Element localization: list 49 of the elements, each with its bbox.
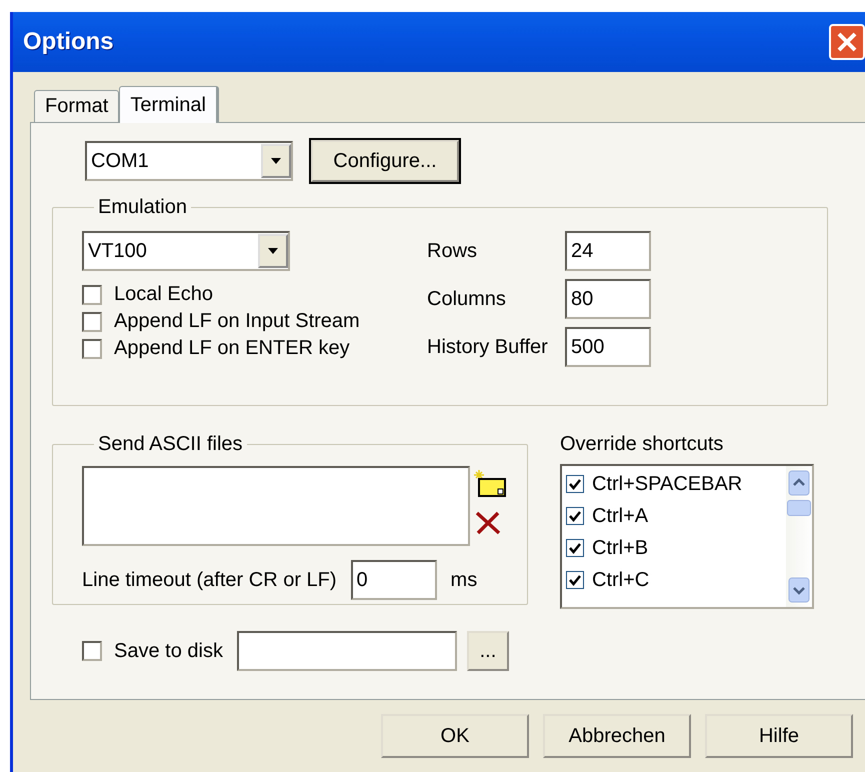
tab[interactable]: Format bbox=[34, 90, 120, 122]
field-label: Rows bbox=[427, 240, 478, 262]
scroll-down-icon[interactable] bbox=[788, 577, 810, 603]
caret-icon bbox=[270, 157, 282, 165]
shortcut-label: Ctrl+B bbox=[592, 536, 648, 560]
shortcut-label: Ctrl+A bbox=[592, 504, 648, 528]
checkbox-label: Save to disk bbox=[114, 640, 223, 662]
browse-button[interactable]: ... bbox=[466, 631, 509, 671]
delete-icon[interactable] bbox=[474, 510, 502, 536]
new-folder-icon[interactable] bbox=[474, 470, 506, 498]
group-title: Send ASCII files bbox=[97, 433, 244, 456]
caret-icon bbox=[267, 247, 279, 255]
shortcut-label: Ctrl+SPACEBAR bbox=[592, 472, 742, 496]
scroll-up-icon[interactable] bbox=[788, 470, 810, 496]
port-dropdown[interactable]: COM1 bbox=[85, 141, 293, 181]
checkbox[interactable] bbox=[82, 284, 102, 304]
emulation-dropdown[interactable]: VT100 bbox=[82, 231, 290, 271]
checkbox[interactable] bbox=[566, 507, 584, 525]
unit-label: ms bbox=[450, 568, 478, 592]
checkbox[interactable] bbox=[566, 571, 584, 589]
path-field[interactable] bbox=[236, 631, 457, 671]
close-button[interactable] bbox=[829, 24, 865, 60]
shortcut-label: Ctrl+C bbox=[592, 568, 650, 592]
tab[interactable]: Terminal bbox=[119, 86, 219, 123]
timeout-field[interactable]: 0 bbox=[350, 560, 437, 600]
dialog-button[interactable]: Hilfe bbox=[705, 714, 853, 758]
field-label: Columns bbox=[427, 288, 506, 310]
scrollbar[interactable] bbox=[786, 466, 812, 607]
checkbox-label: Local Echo bbox=[114, 283, 213, 306]
group-title: Emulation bbox=[97, 196, 188, 219]
window-title: Options bbox=[23, 28, 114, 56]
checkbox-label: Append LF on ENTER key bbox=[114, 337, 350, 360]
dialog-button[interactable]: OK bbox=[381, 714, 529, 758]
file-list[interactable] bbox=[82, 466, 470, 546]
field-label: History Buffer bbox=[427, 336, 548, 358]
scroll-thumb[interactable] bbox=[787, 500, 811, 516]
override-shortcuts-label: Override shortcuts bbox=[560, 433, 724, 456]
checkbox[interactable] bbox=[82, 338, 102, 358]
checkbox[interactable] bbox=[566, 539, 584, 557]
input-field[interactable]: 500 bbox=[565, 327, 651, 367]
checkbox[interactable] bbox=[566, 475, 584, 493]
input-field[interactable]: 24 bbox=[565, 231, 651, 271]
timeout-label: Line timeout (after CR or LF) bbox=[82, 568, 337, 592]
checkbox[interactable] bbox=[82, 641, 102, 661]
checkbox[interactable] bbox=[82, 312, 102, 332]
checkbox-label: Append LF on Input Stream bbox=[114, 310, 360, 333]
input-field[interactable]: 80 bbox=[565, 279, 651, 319]
configure-button[interactable]: Configure... bbox=[311, 140, 459, 182]
dialog-button[interactable]: Abbrechen bbox=[543, 714, 691, 758]
